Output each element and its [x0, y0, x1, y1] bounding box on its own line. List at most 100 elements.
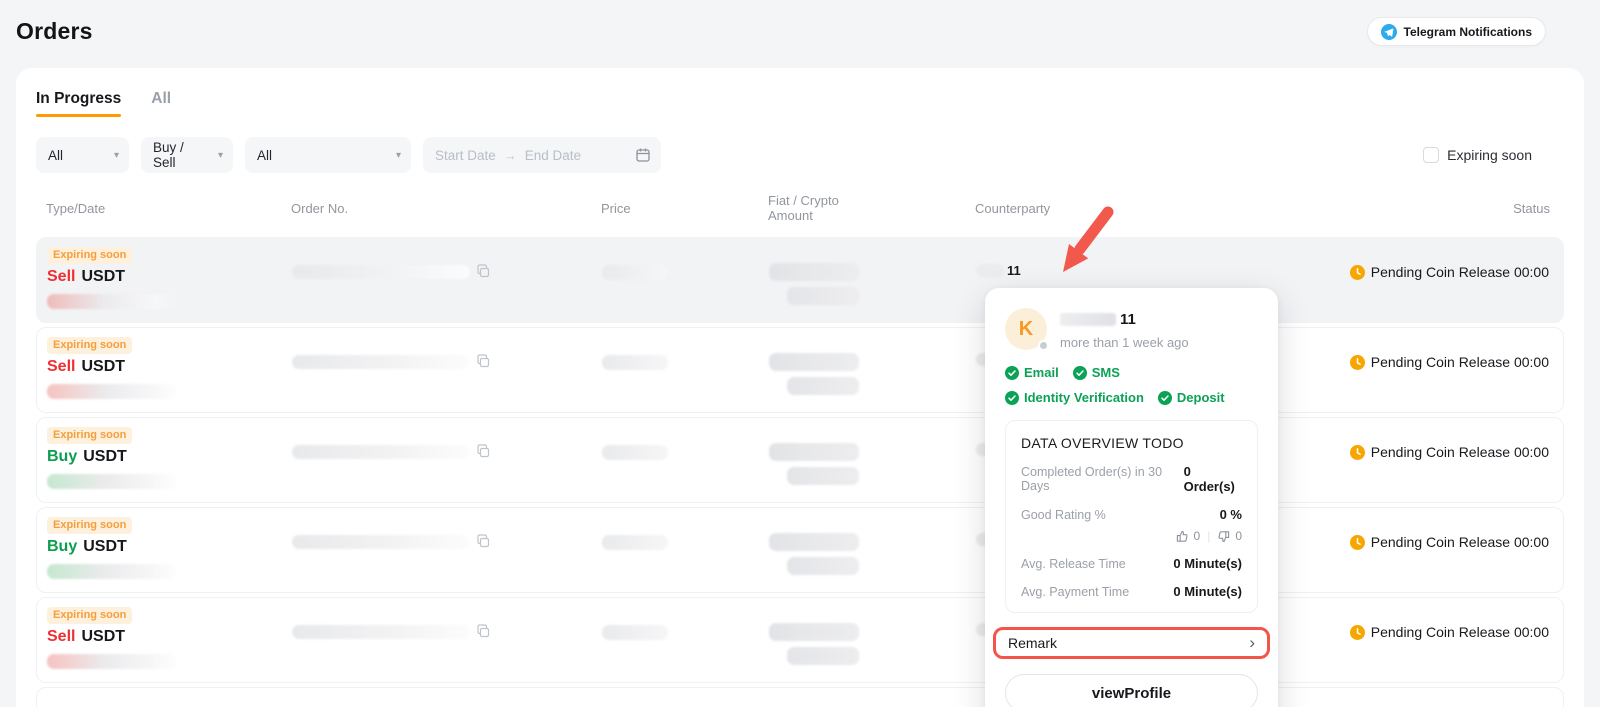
stat-label: Avg. Payment Time — [1021, 585, 1129, 599]
expiring-soon-badge: Expiring soon — [47, 607, 132, 624]
cell-type-date: Expiring soon SellUSDT — [37, 598, 292, 669]
cell-type-date: Expiring soon BuyUSDT — [37, 418, 292, 489]
copy-icon[interactable] — [476, 444, 491, 459]
redacted-fiat-amount — [769, 353, 859, 371]
redacted-date — [47, 384, 177, 399]
tabs: In Progress All — [36, 90, 1564, 117]
cell-price — [547, 238, 687, 280]
filter-dropdown-asset[interactable]: All ▾ — [36, 137, 129, 173]
cell-fiat-crypto — [687, 418, 887, 485]
cell-price — [547, 508, 687, 550]
cell-counterparty[interactable]: 11 — [887, 238, 1067, 278]
chevron-down-icon: ▾ — [218, 150, 223, 161]
remark-label: Remark — [1008, 635, 1057, 651]
verification-identity: Identity Verification — [1005, 390, 1144, 405]
header-status: Status — [1066, 201, 1564, 216]
status-text: Pending Coin Release 00:00 — [1371, 534, 1549, 550]
status-text: Pending Coin Release 00:00 — [1371, 444, 1549, 460]
cell-order-no — [292, 598, 547, 639]
cell-price — [547, 598, 687, 640]
rating-thumbs: 0 | 0 — [1021, 529, 1242, 543]
filter-dropdown-side[interactable]: Buy / Sell ▾ — [141, 137, 233, 173]
redacted-price — [602, 265, 668, 280]
last-seen-text: more than 1 week ago — [1060, 335, 1189, 350]
date-range-picker[interactable]: Start Date → End Date — [423, 137, 661, 173]
cell-order-no — [292, 418, 547, 459]
order-asset: USDT — [81, 268, 125, 285]
status-text: Pending Coin Release 00:00 — [1371, 624, 1549, 640]
table-row[interactable]: Expiring soon BuyUSDT Pending Coin Relea… — [36, 417, 1564, 503]
stat-avg-payment-time: Avg. Payment Time 0 Minute(s) — [1021, 584, 1242, 599]
avatar[interactable]: K — [1005, 308, 1047, 350]
view-profile-button[interactable]: viewProfile — [1005, 674, 1258, 707]
telegram-button-label: Telegram Notifications — [1404, 25, 1532, 39]
check-circle-icon — [1005, 391, 1019, 405]
filter-dropdown-side-value: Buy / Sell — [153, 140, 210, 170]
top-bar: Orders Telegram Notifications — [16, 0, 1584, 64]
copy-icon[interactable] — [476, 264, 491, 279]
end-date-placeholder: End Date — [525, 148, 581, 163]
expiring-soon-badge: Expiring soon — [47, 337, 132, 354]
redacted-price — [602, 355, 668, 370]
order-asset: USDT — [81, 358, 125, 375]
copy-icon[interactable] — [476, 534, 491, 549]
redacted-crypto-amount — [787, 377, 859, 395]
redacted-price — [602, 625, 668, 640]
telegram-notifications-button[interactable]: Telegram Notifications — [1367, 17, 1546, 46]
table-row[interactable] — [36, 687, 1564, 707]
remark-row-highlighted[interactable]: Remark › — [993, 627, 1270, 659]
order-side: Buy — [47, 448, 77, 465]
cell-fiat-crypto — [687, 598, 887, 665]
redacted-order-no — [292, 445, 470, 459]
order-side: Sell — [47, 358, 75, 375]
copy-icon[interactable] — [476, 354, 491, 369]
redacted-order-no — [292, 355, 470, 369]
table-row[interactable]: Expiring soon SellUSDT Pending Coin Rele… — [36, 327, 1564, 413]
table-row[interactable]: Expiring soon BuyUSDT Pending Coin Relea… — [36, 507, 1564, 593]
expiring-soon-checkbox[interactable] — [1423, 147, 1439, 163]
counterparty-popover: K 11 more than 1 week ago Email SMS Iden… — [985, 288, 1278, 707]
thumbs-up-icon — [1176, 530, 1189, 543]
chevron-down-icon: ▾ — [114, 150, 119, 161]
redacted-order-no — [292, 535, 470, 549]
stat-completed-orders: Completed Order(s) in 30 Days 0 Order(s) — [1021, 464, 1242, 494]
pending-clock-icon — [1350, 625, 1365, 640]
start-date-placeholder: Start Date — [435, 148, 496, 163]
verification-badges: Email SMS Identity Verification Deposit — [1005, 365, 1258, 405]
header-type-date: Type/Date — [36, 201, 291, 216]
tab-all[interactable]: All — [151, 90, 171, 117]
check-circle-icon — [1158, 391, 1172, 405]
expiring-soon-label: Expiring soon — [1447, 147, 1532, 163]
pending-clock-icon — [1350, 445, 1365, 460]
table-row[interactable]: Expiring soon SellUSDT 11 Pending Coin R… — [36, 237, 1564, 323]
copy-icon[interactable] — [476, 624, 491, 639]
table-header: Type/Date Order No. Price Fiat / Crypto … — [36, 191, 1564, 225]
verification-label: Email — [1024, 365, 1059, 380]
order-asset: USDT — [83, 538, 127, 555]
expiring-soon-filter[interactable]: Expiring soon — [1423, 147, 1532, 163]
redacted-counterparty-name — [976, 264, 1004, 277]
range-arrow-icon: → — [504, 148, 517, 163]
filter-dropdown-status[interactable]: All ▾ — [245, 137, 411, 173]
table-row[interactable]: Expiring soon SellUSDT Pending Coin Rele… — [36, 597, 1564, 683]
stat-value: 0 Minute(s) — [1173, 556, 1242, 571]
order-asset: USDT — [81, 628, 125, 645]
redacted-order-no — [292, 625, 470, 639]
verification-label: SMS — [1092, 365, 1120, 380]
cell-price — [547, 418, 687, 460]
counterparty-name-suffix: 11 — [1007, 263, 1021, 278]
redacted-crypto-amount — [787, 647, 859, 665]
verification-label: Deposit — [1177, 390, 1225, 405]
avatar-letter: K — [1019, 318, 1033, 341]
redacted-crypto-amount — [787, 467, 859, 485]
stat-label: Good Rating % — [1021, 508, 1106, 522]
status-text: Pending Coin Release 00:00 — [1371, 264, 1549, 280]
tab-in-progress[interactable]: In Progress — [36, 90, 121, 117]
redacted-fiat-amount — [769, 263, 859, 281]
stat-label: Avg. Release Time — [1021, 557, 1126, 571]
divider: | — [1205, 529, 1212, 543]
popover-header: K 11 more than 1 week ago — [1005, 308, 1258, 350]
telegram-icon — [1381, 24, 1397, 40]
cell-type-date: Expiring soon SellUSDT — [37, 238, 292, 309]
check-circle-icon — [1005, 366, 1019, 380]
